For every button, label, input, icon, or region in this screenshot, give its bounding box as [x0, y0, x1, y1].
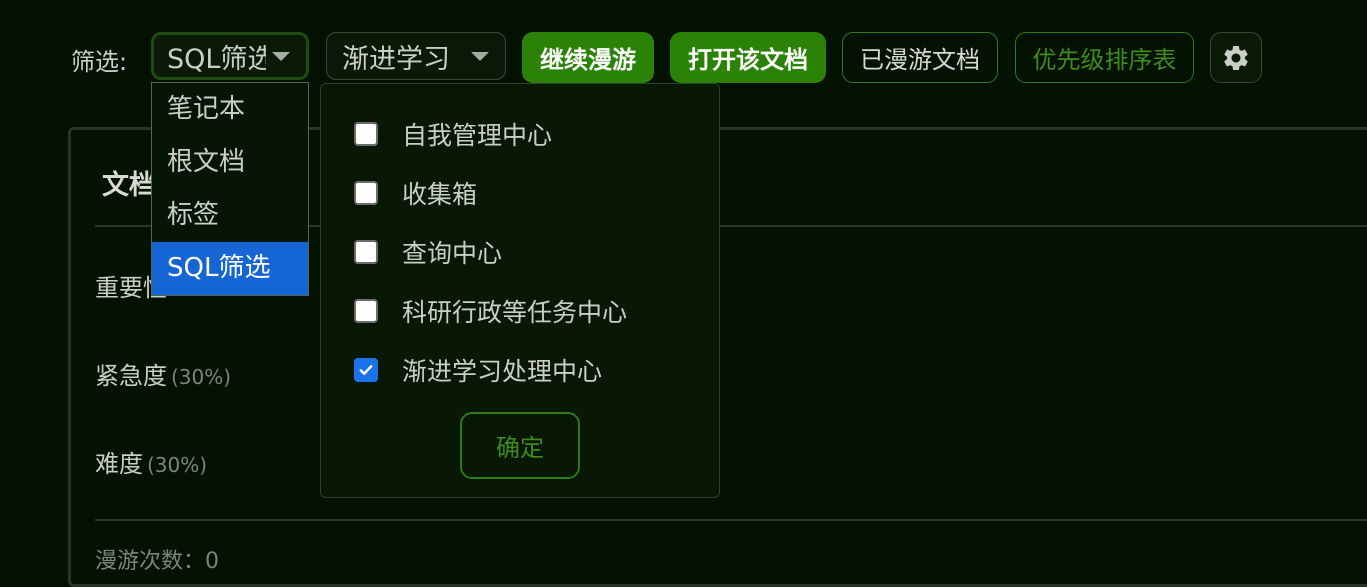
priority-table-button[interactable]: 优先级排序表	[1015, 32, 1194, 83]
settings-button[interactable]	[1210, 32, 1262, 83]
notebook-label: 收集箱	[402, 180, 478, 209]
chevron-down-icon	[272, 51, 290, 61]
metric-urgency: 紧急度 (30%)	[95, 356, 231, 391]
open-doc-button[interactable]: 打开该文档	[670, 32, 826, 83]
notebook-select[interactable]: 渐进学习	[326, 32, 506, 80]
checkbox[interactable]	[354, 240, 378, 264]
notebook-option[interactable]: 查询中心	[354, 237, 503, 268]
metric-difficulty: 难度 (30%)	[95, 444, 207, 479]
metric-label: 紧急度	[95, 362, 167, 390]
notebook-option[interactable]: 渐进学习处理中心	[354, 355, 603, 386]
notebook-option[interactable]: 收集箱	[354, 178, 478, 209]
mode-option-tag[interactable]: 标签	[152, 189, 308, 242]
notebook-option[interactable]: 自我管理中心	[354, 119, 553, 150]
metric-weight: (30%)	[171, 365, 232, 389]
mode-option-root-doc[interactable]: 根文档	[152, 136, 308, 189]
checkbox[interactable]	[354, 181, 378, 205]
notebook-label: 查询中心	[402, 239, 503, 268]
metric-label: 难度	[95, 450, 143, 478]
notebook-select-value: 渐进学习	[342, 43, 450, 75]
mode-option-notebook[interactable]: 笔记本	[152, 83, 308, 136]
roam-count: 漫游次数：0	[95, 549, 219, 574]
gear-icon	[1224, 45, 1248, 70]
filter-mode-value: SQL筛选	[167, 43, 266, 75]
notebook-label: 科研行政等任务中心	[402, 298, 628, 327]
notebook-label: 渐进学习处理中心	[402, 357, 603, 386]
continue-roam-button[interactable]: 继续漫游	[522, 32, 654, 83]
checkbox-checked[interactable]	[354, 358, 378, 382]
checkbox[interactable]	[354, 122, 378, 146]
filter-mode-dropdown: 笔记本 根文档 标签 SQL筛选	[151, 82, 309, 296]
confirm-button[interactable]: 确定	[460, 412, 580, 479]
chevron-down-icon	[471, 51, 489, 61]
check-icon	[359, 365, 373, 375]
checkbox[interactable]	[354, 299, 378, 323]
filter-mode-select[interactable]: SQL筛选	[151, 32, 309, 80]
roamed-docs-button[interactable]: 已漫游文档	[842, 32, 998, 83]
filter-label: 筛选:	[71, 48, 128, 76]
panel-title: 文档	[102, 170, 156, 201]
divider	[95, 519, 1367, 521]
notebook-label: 自我管理中心	[402, 121, 553, 150]
mode-option-sql[interactable]: SQL筛选	[152, 242, 308, 295]
metric-weight: (30%)	[147, 453, 208, 477]
notebook-option[interactable]: 科研行政等任务中心	[354, 296, 628, 327]
notebook-dropdown: 自我管理中心 收集箱 查询中心 科研行政等任务中心 渐进学习处理中心 确定	[320, 83, 720, 498]
